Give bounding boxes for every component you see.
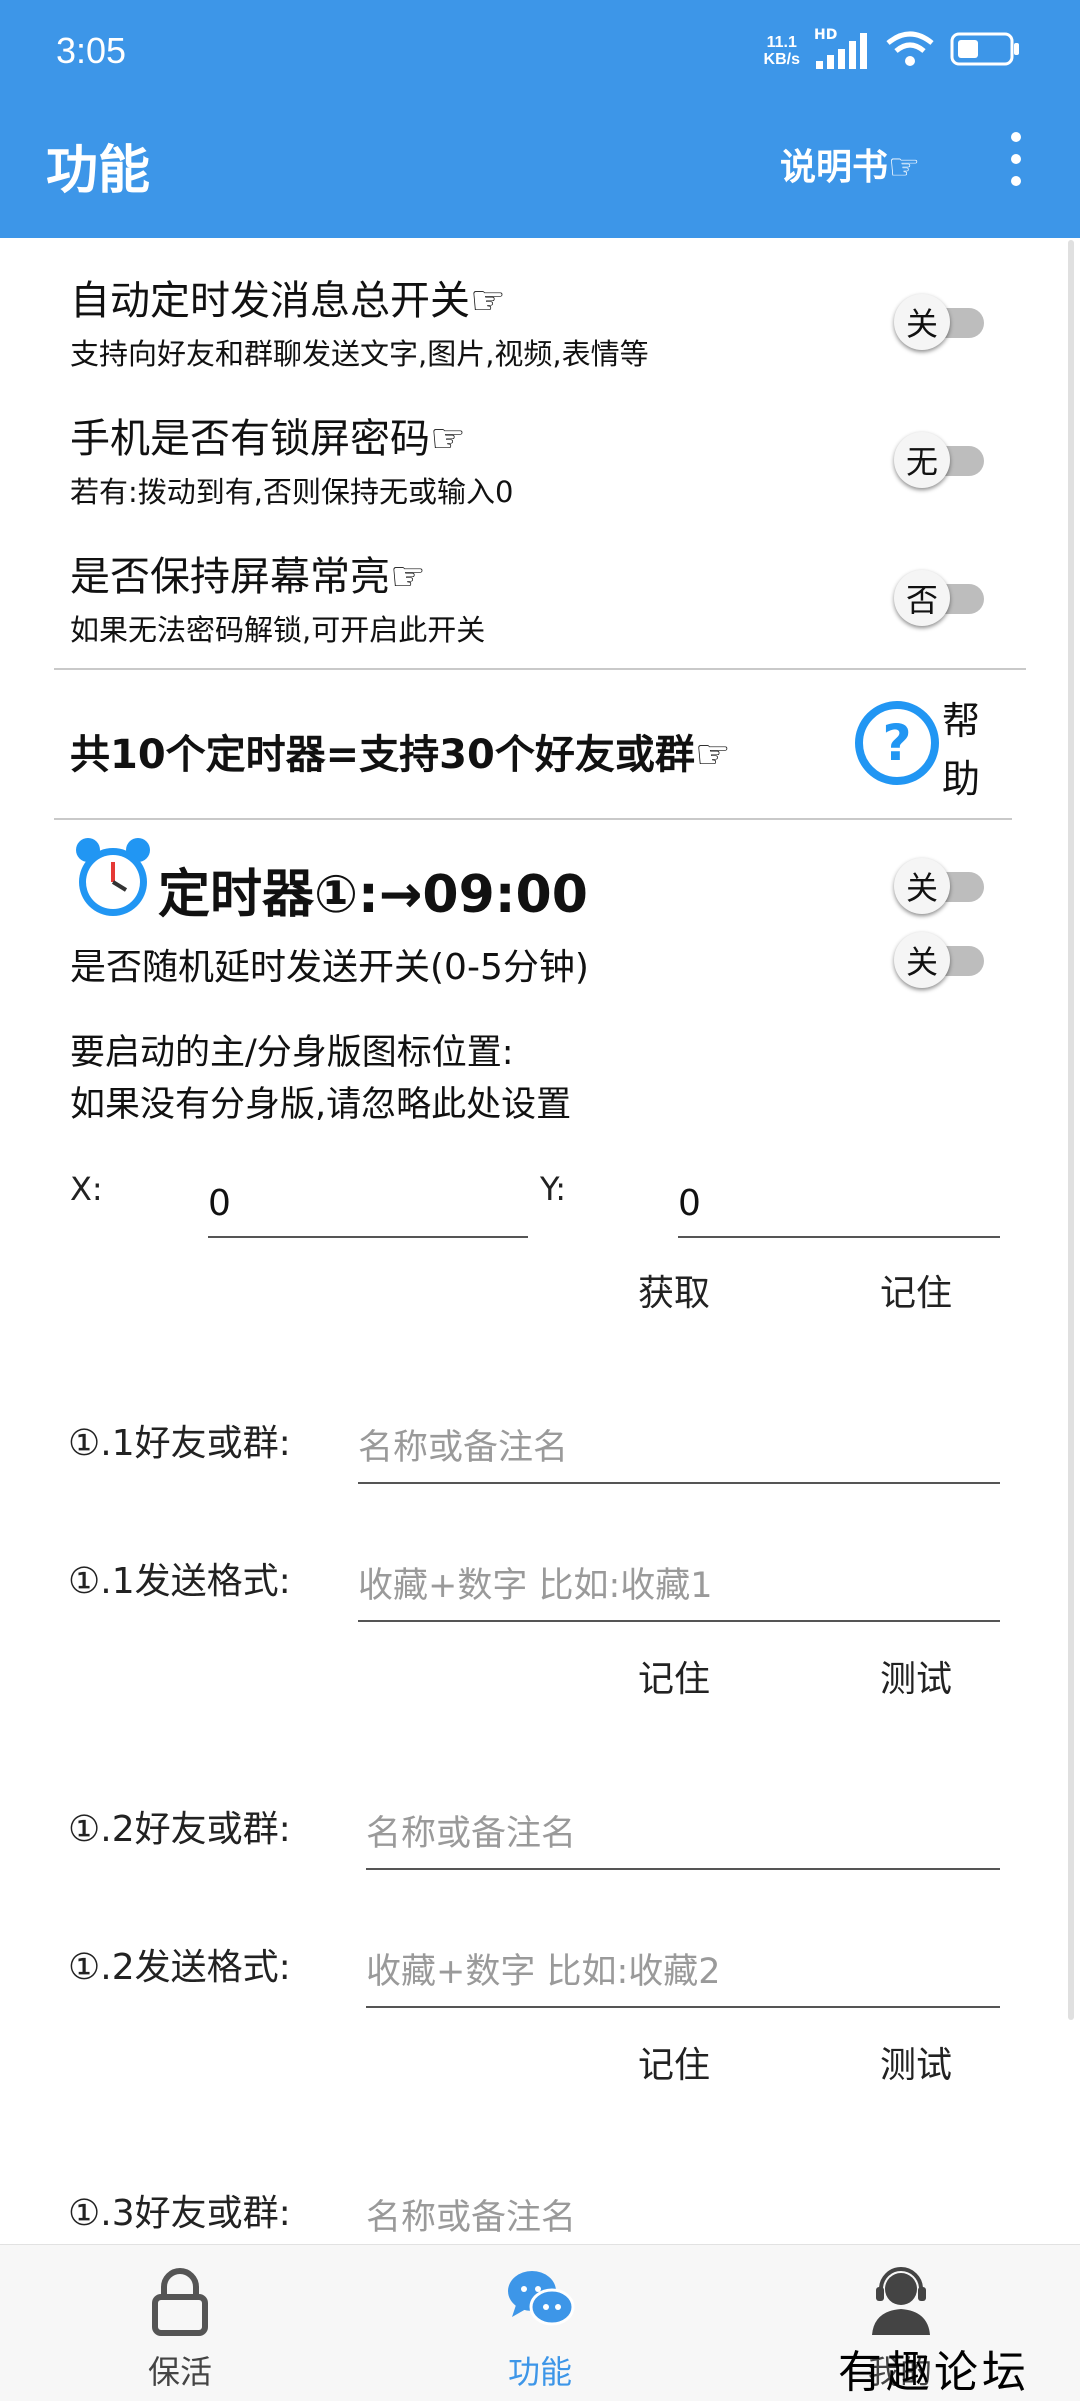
- scrollbar[interactable]: [1068, 240, 1074, 2020]
- random-delay-toggle[interactable]: 关: [894, 932, 984, 988]
- master-switch-desc: 支持向好友和群聊发送文字,图片,视频,表情等: [70, 337, 649, 371]
- master-switch-title: 自动定时发消息总开关☞: [70, 278, 506, 324]
- divider: [54, 818, 1012, 820]
- signal-icon: HD: [814, 27, 870, 71]
- svg-text:?: ?: [882, 714, 911, 772]
- get-position-button[interactable]: 获取: [638, 1264, 710, 1316]
- toggle-knob: 关: [894, 932, 950, 988]
- wifi-icon: [884, 29, 936, 73]
- help-circle-icon[interactable]: ?: [854, 700, 940, 786]
- master-switch-toggle[interactable]: 关: [894, 294, 984, 350]
- format-input-1-1[interactable]: 收藏+数字 比如:收藏1: [358, 1550, 1000, 1622]
- toggle-knob: 无: [894, 432, 950, 488]
- timer-count-banner: 共10个定时器=支持30个好友或群☞: [70, 732, 731, 778]
- toggle-knob: 关: [894, 858, 950, 914]
- friend-input-1-2[interactable]: 名称或备注名: [366, 1798, 1000, 1870]
- nav-item-functions[interactable]: 功能: [440, 2245, 640, 2401]
- nav-item-keepalive[interactable]: 保活: [80, 2245, 280, 2401]
- format-placeholder: 收藏+数字 比如:收藏2: [366, 1952, 721, 1992]
- page-title: 功能: [46, 141, 151, 201]
- chat-bubbles-icon: [506, 2267, 576, 2331]
- friend-label-1-1: ①.1好友或群:: [68, 1423, 291, 1464]
- remember-position-button[interactable]: 记住: [880, 1264, 952, 1316]
- nav-label: 保活: [147, 2353, 212, 2391]
- friend-placeholder: 名称或备注名: [358, 1428, 569, 1468]
- nav-label: 功能: [507, 2353, 572, 2391]
- test-button-1-1[interactable]: 测试: [880, 1650, 952, 1702]
- toggle-knob: 否: [894, 570, 950, 626]
- watermark-logo: 有趣论坛: [838, 2347, 1030, 2398]
- x-input[interactable]: 0: [208, 1166, 528, 1238]
- screen-on-desc: 如果无法密码解锁,可开启此开关: [70, 613, 486, 647]
- friend-placeholder: 名称或备注名: [366, 2198, 577, 2238]
- y-input[interactable]: 0: [678, 1166, 1000, 1238]
- lock-password-desc: 若有:拨动到有,否则保持无或输入0: [70, 475, 514, 509]
- timer-switch-toggle[interactable]: 关: [894, 858, 984, 914]
- headset-user-icon: [866, 2265, 936, 2337]
- divider: [54, 668, 1026, 670]
- x-label: X:: [70, 1170, 103, 1208]
- friend-placeholder: 名称或备注名: [366, 1814, 577, 1854]
- friend-label-1-3: ①.3好友或群:: [68, 2193, 291, 2234]
- status-icons: 11.1 KB/s HD: [764, 26, 1020, 76]
- test-button-1-2[interactable]: 测试: [880, 2036, 952, 2088]
- position-note-1: 要启动的主/分身版图标位置:: [70, 1033, 514, 1073]
- lock-password-toggle[interactable]: 无: [894, 432, 984, 488]
- position-note-2: 如果没有分身版,请忽略此处设置: [70, 1085, 572, 1125]
- format-placeholder: 收藏+数字 比如:收藏1: [358, 1566, 713, 1606]
- alarm-clock-icon: [70, 834, 156, 920]
- screen-on-toggle[interactable]: 否: [894, 570, 984, 626]
- more-vert-icon[interactable]: [1002, 132, 1030, 186]
- format-label-1-1: ①.1发送格式:: [68, 1561, 291, 1602]
- help-label[interactable]: 帮助: [942, 692, 986, 808]
- timer-title: 定时器①:→09:00: [158, 865, 588, 925]
- y-label: Y:: [540, 1170, 567, 1208]
- remember-button-1-2[interactable]: 记住: [638, 2036, 710, 2088]
- screen-on-title: 是否保持屏幕常亮☞: [70, 554, 426, 600]
- friend-label-1-2: ①.2好友或群:: [68, 1809, 291, 1850]
- friend-input-1-1[interactable]: 名称或备注名: [358, 1412, 1000, 1484]
- status-time: 3:05: [56, 30, 127, 71]
- manual-button[interactable]: 说明书☞: [780, 138, 920, 190]
- app-bar: 3:05 11.1 KB/s HD 功能 说明书☞: [0, 0, 1080, 238]
- net-speed: 11.1 KB/s: [763, 34, 800, 68]
- format-input-1-2[interactable]: 收藏+数字 比如:收藏2: [366, 1936, 1000, 2008]
- random-delay-label: 是否随机延时发送开关(0-5分钟): [70, 947, 589, 988]
- remember-button-1-1[interactable]: 记住: [638, 1650, 710, 1702]
- lock-password-title: 手机是否有锁屏密码☞: [70, 416, 466, 462]
- toggle-knob: 关: [894, 294, 950, 350]
- lock-icon: [150, 2267, 210, 2337]
- battery-icon: [950, 32, 1020, 70]
- format-label-1-2: ①.2发送格式:: [68, 1947, 291, 1988]
